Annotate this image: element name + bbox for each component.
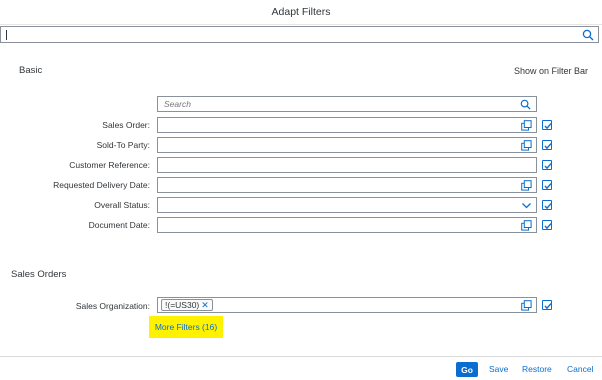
filter-search-placeholder: Search <box>164 99 191 109</box>
checkmark-icon <box>544 143 552 150</box>
value-help-icon[interactable] <box>521 120 532 131</box>
label-requested-delivery-date: Requested Delivery Date: <box>53 180 150 190</box>
value-help-icon[interactable] <box>521 300 532 311</box>
sales-order-checkbox[interactable] <box>542 120 552 130</box>
dialog-header: Adapt Filters <box>0 0 602 25</box>
go-button[interactable]: Go <box>456 362 478 377</box>
more-filters-link[interactable]: More Filters (16) <box>149 316 223 338</box>
label-sold-to-party: Sold-To Party: <box>96 140 150 150</box>
search-icon[interactable] <box>520 99 531 110</box>
sales-order-input[interactable] <box>157 117 537 133</box>
chevron-down-icon[interactable] <box>521 200 532 211</box>
customer-reference-input[interactable] <box>157 157 537 173</box>
sold-to-party-input[interactable] <box>157 137 537 153</box>
sales-organization-input[interactable]: !(=US30) ✕ <box>157 297 537 313</box>
overall-status-checkbox[interactable] <box>542 200 552 210</box>
cancel-button[interactable]: Cancel <box>567 364 593 374</box>
requested-delivery-date-checkbox[interactable] <box>542 180 552 190</box>
overall-status-select[interactable] <box>157 197 537 213</box>
checkmark-icon <box>544 203 552 210</box>
filter-search-input[interactable]: Search <box>157 96 537 112</box>
label-customer-reference: Customer Reference: <box>69 160 150 170</box>
dialog-title: Adapt Filters <box>271 6 331 18</box>
document-date-input[interactable] <box>157 217 537 233</box>
checkmark-icon <box>544 183 552 190</box>
search-icon[interactable] <box>582 29 594 41</box>
customer-reference-checkbox[interactable] <box>542 160 552 170</box>
value-help-icon[interactable] <box>521 140 532 151</box>
label-sales-order: Sales Order: <box>102 120 150 130</box>
filter-token[interactable]: !(=US30) ✕ <box>161 299 213 311</box>
checkmark-icon <box>544 303 552 310</box>
dialog-footer: Go Save Restore Cancel <box>0 356 602 380</box>
token-text: !(=US30) <box>165 300 200 310</box>
remove-token-icon[interactable]: ✕ <box>201 300 209 310</box>
restore-button[interactable]: Restore <box>522 364 552 374</box>
text-caret <box>6 30 7 40</box>
checkmark-icon <box>544 163 552 170</box>
more-filters-label: More Filters (16) <box>154 322 218 332</box>
document-date-checkbox[interactable] <box>542 220 552 230</box>
global-search-input[interactable] <box>0 26 599 43</box>
section-title-sales-orders: Sales Orders <box>11 269 67 280</box>
show-on-filter-bar-header: Show on Filter Bar <box>513 66 588 76</box>
checkmark-icon <box>544 223 552 230</box>
sold-to-party-checkbox[interactable] <box>542 140 552 150</box>
value-help-icon[interactable] <box>521 220 532 231</box>
label-overall-status: Overall Status: <box>94 200 150 210</box>
label-sales-organization: Sales Organization: <box>75 301 150 311</box>
dialog-content: Basic Show on Filter Bar Search Sales Or… <box>0 44 602 356</box>
sales-organization-checkbox[interactable] <box>542 300 552 310</box>
section-title-basic: Basic <box>19 65 43 76</box>
label-document-date: Document Date: <box>88 220 150 230</box>
value-help-icon[interactable] <box>521 180 532 191</box>
requested-delivery-date-input[interactable] <box>157 177 537 193</box>
checkmark-icon <box>544 123 552 130</box>
save-button[interactable]: Save <box>489 364 508 374</box>
